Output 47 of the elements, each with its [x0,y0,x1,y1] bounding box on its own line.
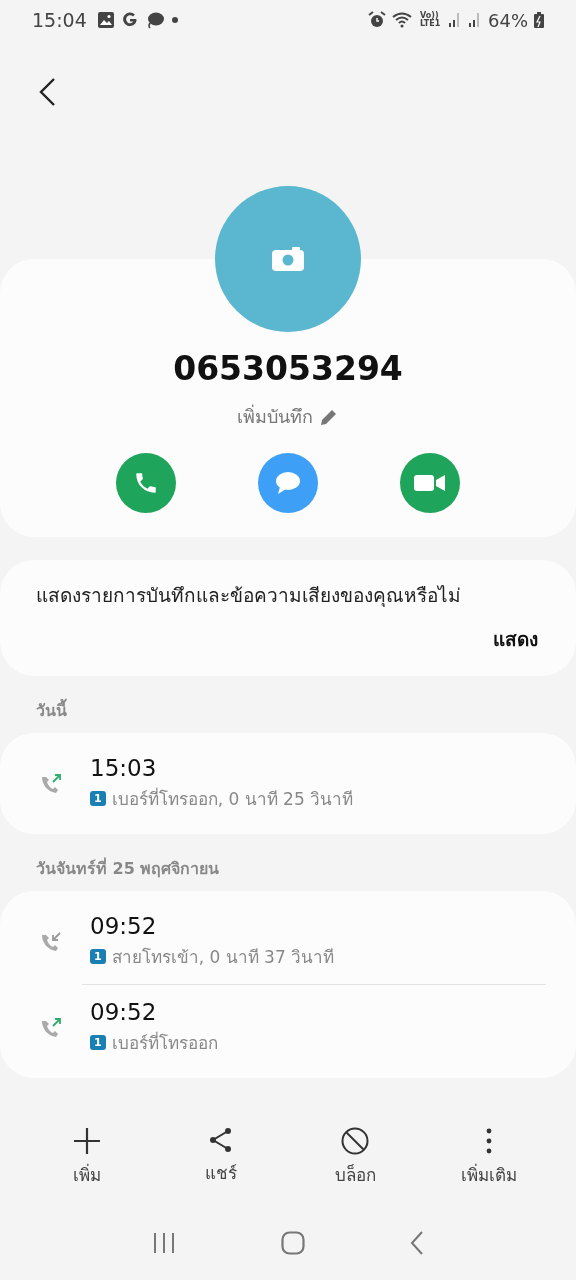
back-icon[interactable] [38,77,56,107]
call-time: 09:52 [90,999,158,1025]
signal-icon [448,12,462,28]
call-log-item[interactable]: 15:03 1 เบอร์ที่โทรออก, 0 นาที 25 วินาที [0,741,576,826]
sim-badge: 1 [90,1035,106,1050]
more-icon [485,1127,493,1155]
call-detail: เบอร์ที่โทรออก [111,1030,218,1055]
video-call-button[interactable] [400,453,460,513]
video-camera-icon [414,472,446,494]
call-time: 15:03 [90,755,158,781]
block-button[interactable]: บล็อก [300,1126,410,1206]
signal-icon [468,12,482,28]
recordings-prompt: แสดงรายการบันทึกและข้อความเสียงของคุณหรือไม่ [36,583,462,609]
share-button[interactable]: แชร์ [166,1126,276,1206]
call-detail: เบอร์ที่โทรออก, 0 นาที 25 วินาที [111,786,354,811]
alarm-icon [368,11,386,29]
call-time: 09:52 [90,913,158,939]
message-button[interactable] [258,453,318,513]
google-icon [120,11,139,29]
show-button[interactable]: แสดง [491,620,540,658]
status-time: 15:04 [32,9,87,31]
phone-number: 0653053294 [173,349,403,388]
home-icon[interactable] [281,1231,305,1255]
add-button[interactable]: เพิ่ม [32,1126,142,1206]
sim-badge: 1 [90,791,106,806]
call-detail: สายโทรเข้า, 0 นาที 37 วินาที [111,946,335,969]
add-note-link[interactable]: เพิ่มบันทึก [237,402,339,431]
battery-icon [534,12,544,28]
call-log-item[interactable]: 09:52 1 สายโทรเข้า, 0 นาที 37 วินาที [0,899,576,984]
camera-icon[interactable] [272,247,304,271]
block-icon [341,1127,369,1155]
date-heading: วันนี้ [0,676,576,733]
image-icon [96,11,115,29]
wifi-icon [392,11,414,29]
sim-badge: 1 [90,949,106,964]
phone-icon [133,470,159,496]
dot-icon [170,16,179,24]
chat-bubble-icon [274,470,302,496]
battery-percent: 64% [488,9,528,31]
more-button[interactable]: เพิ่มเติม [434,1126,544,1206]
share-icon [208,1127,234,1153]
recent-apps-icon[interactable] [152,1232,177,1254]
network-label: Vo)) LTE1 [420,12,442,28]
plus-icon [73,1127,101,1155]
call-button[interactable] [116,453,176,513]
date-heading: วันจันทร์ที่ 25 พฤศจิกายน [35,856,221,880]
call-log-item[interactable]: 09:52 1 เบอร์ที่โทรออก [0,985,576,1070]
